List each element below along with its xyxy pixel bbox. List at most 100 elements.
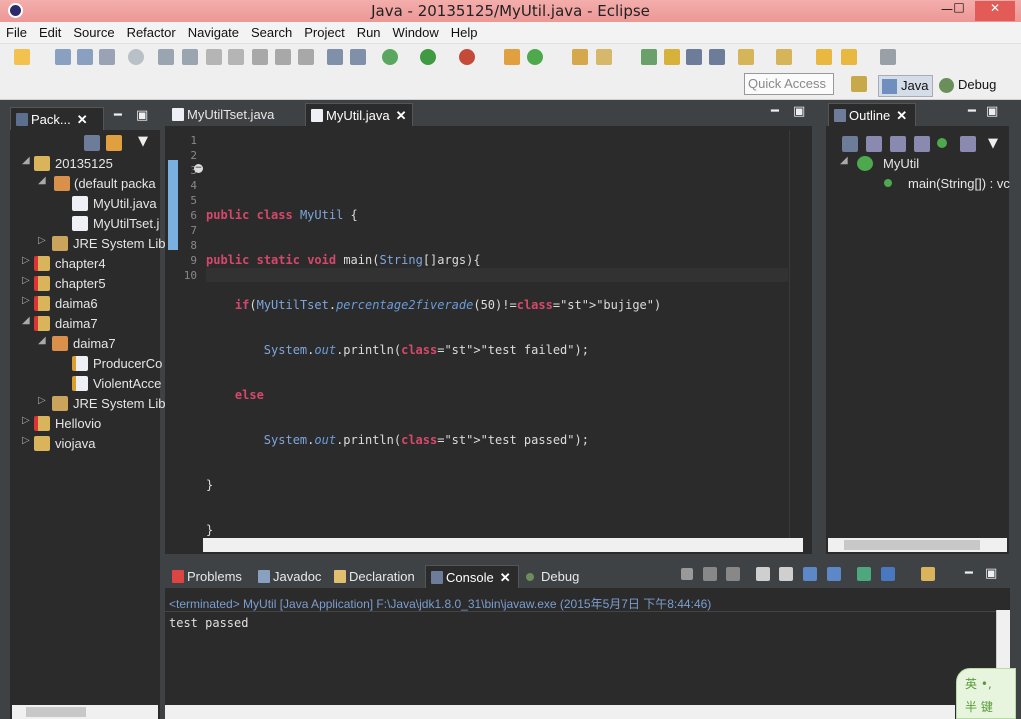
collapse-arrow-icon[interactable]: ◢ [38, 175, 46, 186]
collapse-arrow-icon[interactable]: ◢ [22, 155, 30, 166]
menu-window[interactable]: Window [387, 22, 445, 40]
tab-debug[interactable]: Debug [521, 565, 585, 588]
console-hscrollbar[interactable] [165, 705, 955, 719]
maximize-icon[interactable]: ▣ [986, 104, 998, 119]
disconnect-icon[interactable] [228, 49, 244, 65]
maximize-icon[interactable]: ▣ [793, 104, 805, 119]
minimize-icon[interactable]: ━ [965, 566, 973, 581]
display-selected-console-icon[interactable] [881, 567, 895, 581]
collapse-arrow-icon[interactable]: ◢ [840, 155, 848, 166]
menu-navigate[interactable]: Navigate [182, 22, 245, 40]
use-step-filters-icon[interactable] [350, 49, 366, 65]
save-all-icon[interactable] [77, 49, 93, 65]
terminate-icon[interactable] [681, 568, 693, 580]
ime-status-badge[interactable]: 英 •, 半 键 [956, 668, 1016, 719]
new-java-class-icon[interactable] [527, 49, 543, 65]
fold-collapse-icon[interactable]: − [194, 164, 203, 173]
debug-icon[interactable] [382, 49, 398, 65]
show-whitespace-icon[interactable] [709, 49, 725, 65]
last-edit-location-icon[interactable] [816, 49, 832, 65]
editor-hscrollbar[interactable] [203, 538, 803, 552]
terminate-icon[interactable] [206, 49, 222, 65]
menu-run[interactable]: Run [351, 22, 387, 40]
maximize-button[interactable]: □ [946, 0, 972, 20]
collapse-all-icon[interactable] [842, 136, 858, 152]
perspective-debug[interactable]: Debug [936, 75, 1000, 97]
expand-arrow-icon[interactable]: ▷ [38, 395, 46, 406]
menu-search[interactable]: Search [245, 22, 298, 40]
close-icon[interactable]: ✕ [77, 112, 88, 127]
suspend-icon[interactable] [182, 49, 198, 65]
save-icon[interactable] [55, 49, 71, 65]
print-icon[interactable] [99, 49, 115, 65]
show-on-stdout-icon[interactable] [803, 567, 817, 581]
expand-arrow-icon[interactable]: ▷ [22, 415, 30, 426]
editor-vscrollbar[interactable] [789, 130, 803, 538]
close-icon[interactable]: ✕ [396, 108, 407, 123]
hide-non-public-icon[interactable] [937, 138, 947, 148]
resume-icon[interactable] [158, 49, 174, 65]
maximize-icon[interactable]: ▣ [985, 566, 997, 581]
tab-javadoc[interactable]: Javadoc [253, 565, 327, 588]
perspective-java[interactable]: Java [878, 75, 934, 97]
tab-package-explorer[interactable]: Pack... ✕ [10, 107, 104, 130]
step-return-icon[interactable] [298, 49, 314, 65]
tab-console[interactable]: Console ✕ [425, 565, 519, 588]
minimize-icon[interactable]: ━ [114, 108, 122, 123]
expand-arrow-icon[interactable]: ▷ [22, 275, 30, 286]
new-icon[interactable] [14, 49, 30, 65]
minimize-icon[interactable]: ━ [771, 104, 779, 119]
remove-all-terminated-icon[interactable] [726, 567, 740, 581]
package-explorer-hscrollbar[interactable] [12, 705, 158, 719]
close-button[interactable]: ✕ [975, 1, 1015, 21]
remove-launch-icon[interactable] [703, 567, 717, 581]
hide-local-types-icon[interactable] [960, 136, 976, 152]
scroll-thumb[interactable] [844, 540, 980, 550]
toggle-ant-editor-icon[interactable] [641, 49, 657, 65]
outline-hscrollbar[interactable] [828, 538, 1007, 552]
tab-myutil-java[interactable]: MyUtil.java ✕ [305, 103, 413, 126]
hide-static-icon[interactable] [914, 136, 930, 152]
tab-myutiltset-java[interactable]: MyUtilTset.java [167, 103, 302, 126]
previous-annotation-icon[interactable] [776, 49, 792, 65]
collapse-arrow-icon[interactable]: ◢ [22, 315, 30, 326]
external-tools-icon[interactable] [459, 49, 475, 65]
tab-problems[interactable]: Problems [167, 565, 251, 588]
forward-icon[interactable] [880, 49, 896, 65]
expand-arrow-icon[interactable]: ▷ [22, 295, 30, 306]
expand-arrow-icon[interactable]: ▷ [22, 255, 30, 266]
minimize-icon[interactable]: ━ [968, 104, 976, 119]
pin-console-icon[interactable] [857, 567, 871, 581]
new-java-package-icon[interactable] [504, 49, 520, 65]
search-icon[interactable] [596, 49, 612, 65]
close-icon[interactable]: ✕ [500, 570, 511, 585]
tab-declaration[interactable]: Declaration [329, 565, 424, 588]
menu-source[interactable]: Source [67, 22, 120, 40]
skip-breakpoints-icon[interactable] [128, 49, 144, 65]
open-console-icon[interactable] [921, 567, 935, 581]
drop-to-frame-icon[interactable] [327, 49, 343, 65]
tab-outline[interactable]: Outline ✕ [828, 103, 916, 126]
toggle-block-selection-icon[interactable] [686, 49, 702, 65]
maximize-icon[interactable]: ▣ [136, 108, 148, 123]
view-menu-icon[interactable]: ▼ [988, 136, 998, 151]
next-annotation-icon[interactable] [738, 49, 754, 65]
run-icon[interactable] [420, 49, 436, 65]
expand-arrow-icon[interactable]: ▷ [38, 235, 46, 246]
open-type-icon[interactable] [572, 49, 588, 65]
collapse-all-icon[interactable] [84, 135, 100, 151]
collapse-arrow-icon[interactable]: ◢ [38, 335, 46, 346]
hide-fields-icon[interactable] [890, 136, 906, 152]
expand-arrow-icon[interactable]: ▷ [22, 435, 30, 446]
sort-icon[interactable] [866, 136, 882, 152]
show-on-stderr-icon[interactable] [827, 567, 841, 581]
open-perspective-icon[interactable] [851, 76, 867, 92]
menu-help[interactable]: Help [445, 22, 484, 40]
menu-file[interactable]: File [0, 22, 33, 40]
menu-project[interactable]: Project [298, 22, 350, 40]
toggle-mark-occurrences-icon[interactable] [664, 49, 680, 65]
view-menu-icon[interactable]: ▼ [138, 134, 148, 149]
back-icon[interactable] [841, 49, 857, 65]
link-with-editor-icon[interactable] [106, 135, 122, 151]
console-output[interactable]: test passed [165, 612, 994, 705]
